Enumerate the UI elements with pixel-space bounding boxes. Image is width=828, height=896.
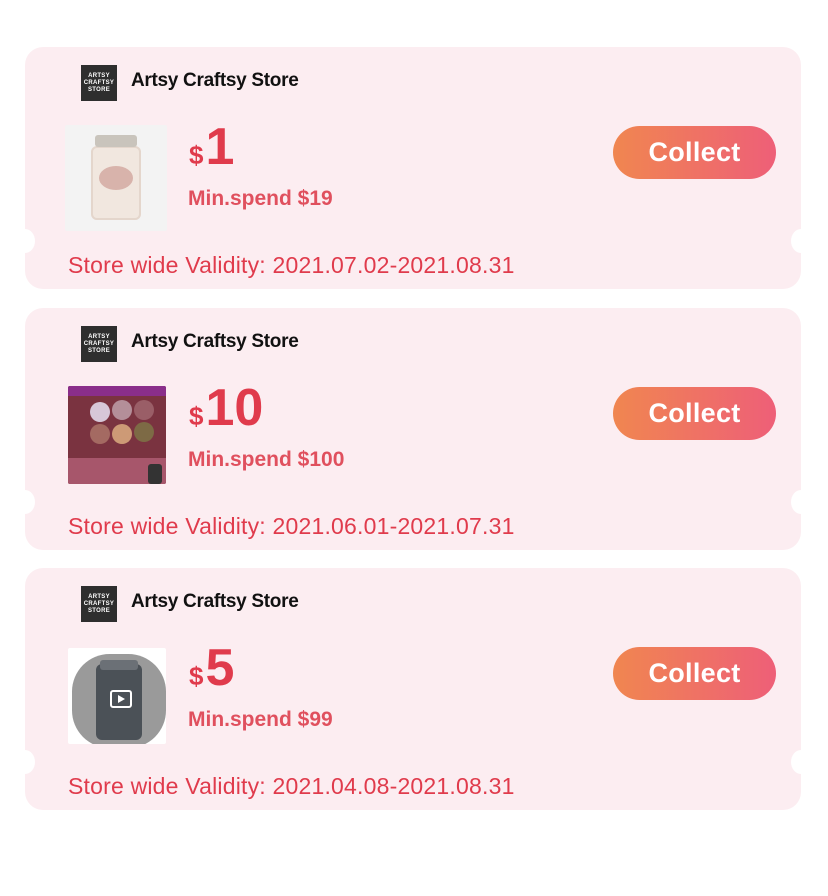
validity-text: Store wide Validity: 2021.04.08-2021.08.…: [68, 773, 515, 799]
store-logo[interactable]: ARTSY CRAFTSY STORE: [81, 65, 117, 101]
discount-amount: $ 1: [189, 118, 235, 176]
collect-button[interactable]: Collect: [613, 387, 776, 440]
paint-tins-icon: [68, 386, 166, 484]
jar-icon: [91, 131, 141, 225]
store-logo[interactable]: ARTSY CRAFTSY STORE: [81, 586, 117, 622]
discount-amount: $ 5: [189, 639, 235, 697]
ticket-notch: [15, 750, 35, 774]
min-spend: Min.spend $100: [188, 448, 345, 471]
video-jar-icon: [72, 654, 166, 744]
store-name[interactable]: Artsy Craftsy Store: [131, 70, 299, 92]
coupon-card: ARTSY CRAFTSY STORE Artsy Craftsy Store …: [15, 47, 811, 289]
discount-amount: $ 10: [189, 379, 264, 437]
coupon-card: ARTSY CRAFTSY STORE Artsy Craftsy Store …: [15, 308, 811, 550]
ticket-notch: [791, 490, 811, 514]
min-spend: Min.spend $99: [188, 708, 333, 731]
ticket-notch: [15, 229, 35, 253]
store-name[interactable]: Artsy Craftsy Store: [131, 331, 299, 353]
store-logo[interactable]: ARTSY CRAFTSY STORE: [81, 326, 117, 362]
collect-button[interactable]: Collect: [613, 647, 776, 700]
product-thumbnail[interactable]: [68, 648, 166, 744]
play-icon: [110, 690, 132, 708]
validity-text: Store wide Validity: 2021.07.02-2021.08.…: [68, 252, 515, 278]
ticket-notch: [791, 229, 811, 253]
collect-button[interactable]: Collect: [613, 126, 776, 179]
product-thumbnail[interactable]: [65, 125, 167, 231]
store-name[interactable]: Artsy Craftsy Store: [131, 591, 299, 613]
validity-text: Store wide Validity: 2021.06.01-2021.07.…: [68, 513, 515, 539]
coupon-card: ARTSY CRAFTSY STORE Artsy Craftsy Store …: [15, 568, 811, 810]
ticket-notch: [15, 490, 35, 514]
ticket-notch: [791, 750, 811, 774]
min-spend: Min.spend $19: [188, 187, 333, 210]
product-thumbnail[interactable]: [68, 386, 166, 484]
